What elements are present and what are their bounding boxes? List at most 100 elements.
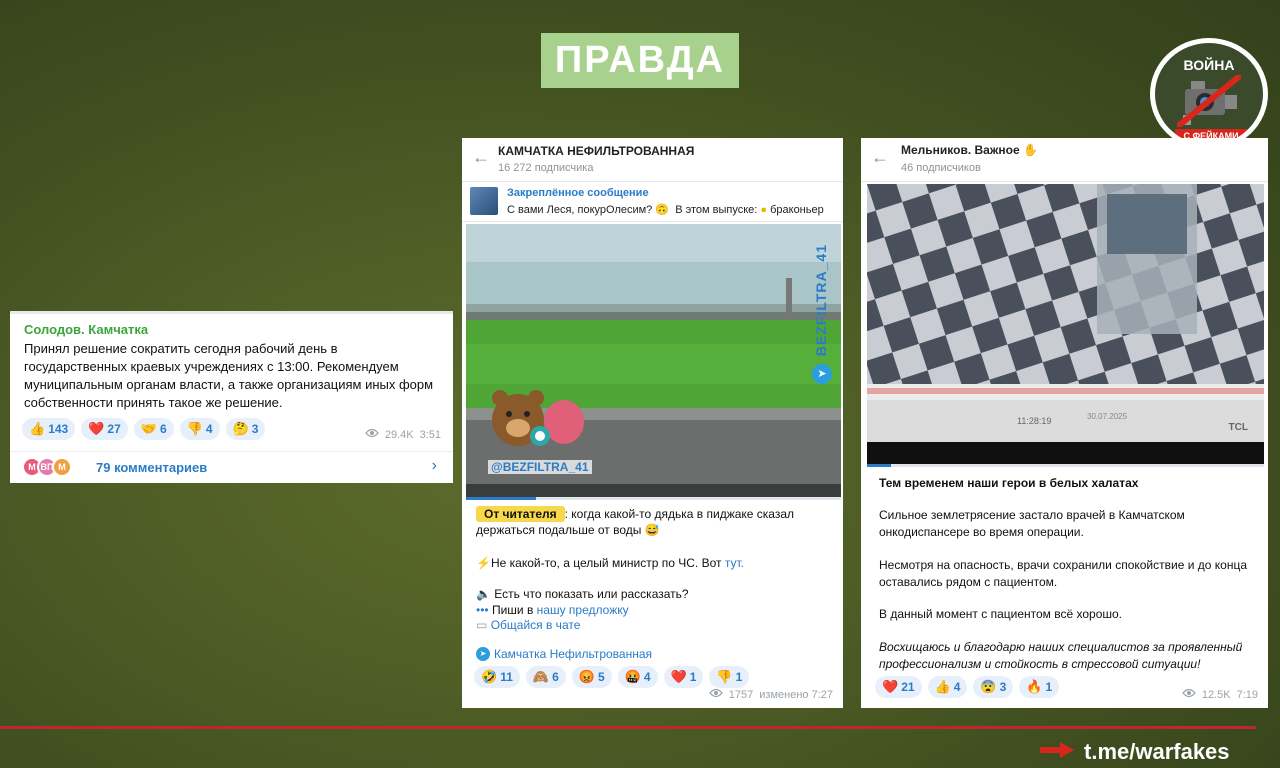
heart-icon: ❤️ <box>882 679 899 694</box>
post-body: От читателя: когда какой-то дядька в пид… <box>476 506 795 537</box>
reaction-chip[interactable]: 🤔 3 <box>225 418 266 440</box>
post-meta: 1757 изменено 7:27 <box>708 688 833 701</box>
post-paragraph: В данный момент с пациентом всё хорошо. <box>879 607 1123 621</box>
pinned-text: С вами Леся, покурОлесим? 🙃 В этом выпус… <box>507 204 824 216</box>
reaction-count: 11 <box>500 670 513 684</box>
subscriber-count: 16 272 подписчика <box>498 162 594 174</box>
minister-line: ⚡Не какой-то, а целый министр по ЧС. Вот… <box>476 556 744 570</box>
pinned-label: Закреплённое сообщение <box>507 187 649 199</box>
eye-icon <box>364 428 379 441</box>
reaction-count: 4 <box>205 422 213 436</box>
post-meta: 29.4K 3:51 <box>364 428 441 441</box>
lightning-icon: ⚡ <box>476 556 491 570</box>
heart-icon: ❤️ <box>88 421 105 436</box>
reaction-count: 6 <box>159 422 167 436</box>
reaction-chip[interactable]: 🔥 1 <box>1019 676 1060 698</box>
reaction-chip[interactable]: 👍 4 <box>927 676 968 698</box>
channel-header: ← Мельников. Важное ✋ 46 подписчиков <box>861 138 1268 182</box>
reaction-count: 5 <box>597 670 605 684</box>
reactions-bar: 👍 143 ❤️ 27 🤝 6 👎 4 🤔 3 <box>22 418 266 440</box>
chat-line: ▭ Общайся в чате <box>476 616 580 634</box>
telegram-icon: ➤ <box>812 364 832 384</box>
channel-name[interactable]: КАМЧАТКА НЕФИЛЬТРОВАННАЯ <box>498 144 694 158</box>
channel-header: ← КАМЧАТКА НЕФИЛЬТРОВАННАЯ 16 272 подпис… <box>462 138 843 182</box>
channel-signature[interactable]: ➤ Камчатка Нефильтрованная <box>476 647 652 661</box>
reaction-count: 21 <box>901 680 915 694</box>
pinned-thumbnail <box>470 187 498 215</box>
pinned-message-bar[interactable]: Закреплённое сообщение С вами Леся, поку… <box>462 182 843 222</box>
post-paragraph: Несмотря на опасность, врачи сохранили с… <box>879 558 1247 589</box>
telegram-icon: ➤ <box>476 647 490 661</box>
reaction-chip[interactable]: ❤️ 27 <box>81 418 128 440</box>
reaction-chip[interactable]: 👍 143 <box>22 418 76 440</box>
commenter-avatars: М ВП М <box>22 457 72 477</box>
reaction-chip[interactable]: 👎 4 <box>179 418 220 440</box>
eye-icon <box>708 688 723 701</box>
reaction-chip[interactable]: 😨 3 <box>973 676 1014 698</box>
video-progress[interactable] <box>466 497 536 500</box>
reaction-count: 143 <box>48 422 69 436</box>
watermark-text: BEZFILTRA_41 <box>813 244 829 357</box>
post-author[interactable]: Солодов. Камчатка <box>24 322 148 337</box>
video-progress[interactable] <box>867 464 891 467</box>
sticker-handle: @BEZFILTRA_41 <box>488 460 592 474</box>
reaction-chip[interactable]: 🙈 6 <box>525 666 566 688</box>
fire-icon: 🔥 <box>1026 679 1043 694</box>
back-arrow-icon[interactable]: ← <box>472 148 490 166</box>
hand-icon: ✋ <box>1022 143 1038 157</box>
footer-channel-link[interactable]: t.me/warfakes <box>1084 739 1230 765</box>
post-melnikov: ← Мельников. Важное ✋ 46 подписчиков 11:… <box>861 138 1268 708</box>
camera-icon <box>1177 75 1241 127</box>
reaction-count: 1 <box>1045 680 1053 694</box>
reactions-bar: 🤣 11 🙈 6 😡 5 🤬 4 ❤️ 1 👎 1 <box>474 666 750 688</box>
reaction-chip[interactable]: 😡 5 <box>571 666 612 688</box>
post-time: 7:19 <box>1236 688 1258 701</box>
bear-sticker <box>488 390 588 456</box>
post-video-frame[interactable]: BEZFILTRA_41 ➤ @BEZFILTRA_41 <box>466 224 841 500</box>
heart-icon: ❤️ <box>670 669 687 684</box>
dot-icon: ● <box>760 204 768 216</box>
post-solodov: Солодов. Камчатка Принял решение сократи… <box>10 311 453 483</box>
reaction-chip[interactable]: 🤣 11 <box>474 666 520 688</box>
thinking-face-icon: 🤔 <box>232 421 249 436</box>
arrow-right-icon <box>1040 741 1074 763</box>
cursing-face-icon: 🤬 <box>624 669 641 684</box>
handshake-icon: 🤝 <box>140 421 157 436</box>
thumbs-up-icon: 👍 <box>934 679 951 694</box>
thumbs-down-icon: 👎 <box>716 669 733 684</box>
video-date-overlay: 30.07.2025 <box>1087 412 1128 421</box>
channel-name[interactable]: Мельников. Важное ✋ <box>901 143 1038 157</box>
reaction-count: 1 <box>735 670 743 684</box>
reaction-chip[interactable]: 👎 1 <box>709 666 750 688</box>
tcl-brand-label: TCL <box>1228 422 1248 433</box>
keyboard-icon: ▭ <box>476 618 488 632</box>
video-time-overlay: 11:28:19 <box>1017 416 1052 426</box>
chevron-right-icon[interactable]: › <box>432 457 437 475</box>
back-arrow-icon[interactable]: ← <box>871 148 889 166</box>
view-count: 1757 <box>728 688 754 701</box>
smile-icon: 🙃 <box>655 204 670 216</box>
here-link[interactable]: тут. <box>725 556 744 570</box>
post-video-frame[interactable]: 11:28:19 30.07.2025 TCL <box>867 184 1264 467</box>
thumbs-down-icon: 👎 <box>186 421 203 436</box>
avatar: М <box>52 457 72 477</box>
suggest-link[interactable]: нашу предложку <box>537 603 629 617</box>
reaction-chip[interactable]: 🤬 4 <box>617 666 658 688</box>
see-no-evil-monkey-icon: 🙈 <box>532 669 550 684</box>
ellipsis-icon: ••• <box>476 603 489 617</box>
reaction-chip[interactable]: ❤️ 21 <box>875 676 922 698</box>
eye-icon <box>1181 688 1196 701</box>
subscriber-count: 46 подписчиков <box>901 162 981 174</box>
reaction-chip[interactable]: 🤝 6 <box>133 418 174 440</box>
chat-link[interactable]: Общайся в чате <box>491 618 581 632</box>
rofl-icon: 🤣 <box>481 669 498 684</box>
post-headline: Тем временем наши герои в белых халатах <box>879 476 1139 490</box>
reaction-chip[interactable]: ❤️ 1 <box>663 666 704 688</box>
reaction-count: 3 <box>251 422 259 436</box>
post-text: Принял решение сократить сегодня рабочий… <box>24 341 434 410</box>
sweat-smile-icon: 😅 <box>644 523 660 537</box>
comments-link[interactable]: 79 комментариев <box>96 460 207 475</box>
reaction-count: 6 <box>552 670 559 684</box>
megaphone-icon: 🔈 <box>476 587 491 601</box>
thumbs-up-icon: 👍 <box>29 421 46 436</box>
